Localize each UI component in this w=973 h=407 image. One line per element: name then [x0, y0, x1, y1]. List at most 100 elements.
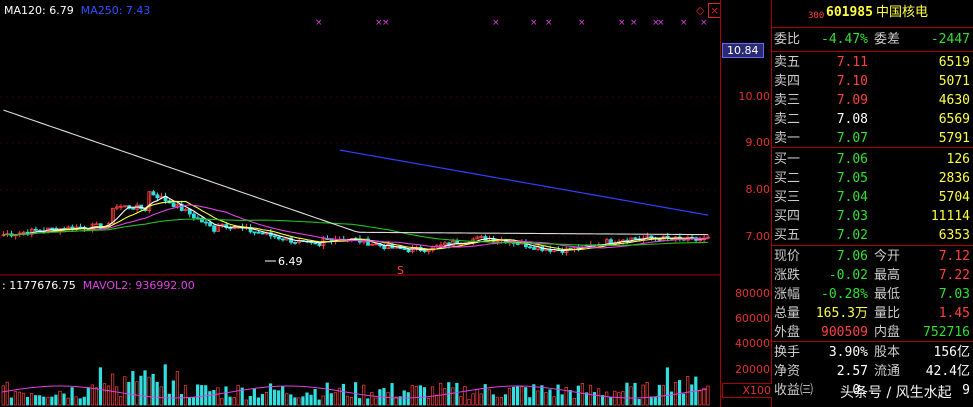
buy-row-v2: 11114 [930, 209, 970, 224]
sell-row[interactable]: 卖二 7.08 6569 [772, 110, 973, 129]
volume-bar [293, 397, 297, 406]
volume-bar [329, 393, 333, 406]
stock-name: 中国核电 [876, 5, 929, 20]
sell-row-v2: 6569 [938, 112, 970, 127]
signal-x-mark: × [680, 18, 688, 28]
extra-row[interactable]: 净资 2.57 流通 42.4亿 [772, 362, 973, 381]
stat-row[interactable]: 现价 7.06 今开 7.12 [772, 247, 973, 266]
stock-header: 300 601985 中国核电 [772, 3, 973, 22]
watermark: 头条号 / 风生水起 [840, 385, 952, 401]
candle-body [252, 231, 257, 234]
volume-bar [289, 394, 293, 406]
volume-bar [592, 392, 597, 406]
low-marker: 6.49 [278, 255, 303, 268]
volume-bar [260, 394, 265, 406]
volume-bar [698, 390, 702, 406]
volume-bar [110, 373, 115, 406]
buy-row[interactable]: 买二 7.05 2836 [772, 169, 973, 188]
stat-row-l2: 最高 [874, 268, 901, 283]
volume-bar [426, 397, 431, 406]
stat-row-v1: 900509 [821, 325, 868, 340]
kline-chart[interactable]: × × × × × × × × × ×× × ×6.49S [0, 0, 720, 407]
diamond-icon[interactable]: ◇ [696, 4, 704, 17]
volume-bar [115, 386, 119, 406]
price-marker: 10.84 [722, 43, 764, 58]
candle-body [50, 227, 54, 230]
stat-row-v1: 165.3万 [815, 306, 868, 321]
buy-row-v1: 7.03 [836, 209, 868, 224]
volume-bar [147, 376, 151, 406]
volume-bar [560, 394, 564, 406]
extra-row-v2: 9 [962, 383, 970, 398]
volume-bar [325, 382, 329, 406]
buy-row[interactable]: 买四 7.03 11114 [772, 207, 973, 226]
volume-bar [301, 396, 305, 406]
sell-row-v1: 7.07 [836, 131, 868, 146]
volume-bar [139, 375, 143, 406]
volume-bar [645, 382, 649, 406]
volume-bar [248, 395, 252, 406]
sell-row-v1: 7.08 [836, 112, 868, 127]
divider [772, 341, 973, 342]
volume-bar [9, 397, 13, 406]
volume-bar [5, 381, 9, 406]
buy-row[interactable]: 买三 7.04 5704 [772, 188, 973, 207]
vol-legend: : 1177676.75 MAVOL2: 936992.00 [2, 279, 195, 292]
volume-axis-label: 80000 [735, 287, 770, 300]
volume-bar [669, 391, 674, 406]
volume-bar [564, 386, 568, 406]
volume-bar [548, 389, 552, 406]
volume-bar [374, 397, 378, 406]
volume-bar [507, 388, 512, 406]
sell-row[interactable]: 卖四 7.10 5071 [772, 72, 973, 91]
stat-row[interactable]: 涨跌 -0.02 最高 7.22 [772, 266, 973, 285]
candle-body [293, 241, 298, 244]
volume-bar [42, 396, 46, 406]
buy-row[interactable]: 买五 7.02 6353 [772, 226, 973, 245]
volume-bar [503, 394, 508, 406]
volume-bar [605, 391, 609, 406]
volume-bar [414, 385, 418, 406]
volume-bar [515, 385, 520, 406]
volume-bar [475, 389, 479, 406]
volume-bar [617, 392, 621, 406]
extra-row[interactable]: 换手 3.90% 股本 156亿 [772, 343, 973, 362]
volume-bar [78, 398, 82, 406]
volume-bar [625, 382, 629, 406]
price-axis-label: 9.00 [745, 136, 771, 149]
volume-bar [167, 393, 171, 406]
volume-bar [17, 391, 22, 406]
extra-row-lbl: 净资 [774, 364, 801, 379]
stat-row-v2: 7.03 [938, 287, 970, 302]
volume-bar [572, 397, 576, 406]
stat-row[interactable]: 涨幅 -0.28% 最低 7.03 [772, 285, 973, 304]
signal-x-mark: × [382, 18, 390, 28]
volume-bar [532, 384, 536, 406]
volume-bar [285, 393, 289, 406]
buy-row[interactable]: 买一 7.06 126 [772, 150, 973, 169]
buy-row-v2: 126 [946, 152, 970, 167]
volume-bar [657, 384, 661, 406]
volume-bar [653, 397, 657, 406]
volume-bar [119, 396, 123, 406]
volume-bar [540, 385, 544, 406]
sell-row[interactable]: 卖三 7.09 4630 [772, 91, 973, 110]
volume-bar [62, 393, 66, 406]
stat-row[interactable]: 总量 165.3万 量比 1.45 [772, 304, 973, 323]
volume-bar [102, 383, 107, 406]
volume-bar [82, 396, 86, 406]
sell-row[interactable]: 卖五 7.11 6519 [772, 53, 973, 72]
volume-bar [467, 399, 471, 406]
volume-bar [479, 393, 483, 406]
mavol2-legend: MAVOL2: 936992.00 [82, 279, 195, 292]
stat-row[interactable]: 外盘 900509 内盘 752716 [772, 323, 973, 342]
sell-row[interactable]: 卖一 7.07 5791 [772, 129, 973, 148]
signal-x-mark: × [492, 18, 500, 28]
candle-body [532, 247, 536, 250]
candle-body [256, 231, 261, 234]
volume-bar [34, 395, 38, 406]
sell-row-lbl: 卖五 [774, 55, 801, 70]
volume-bar [1, 385, 5, 406]
volume-bar [25, 396, 30, 406]
volume-bar [596, 388, 601, 406]
